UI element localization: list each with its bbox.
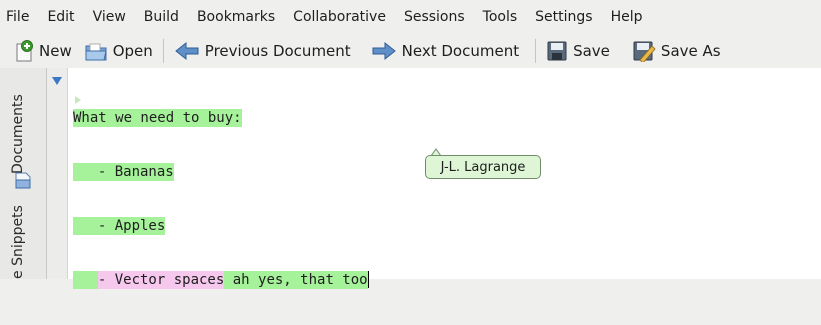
snippets-tab[interactable]: e Snippets [10, 206, 32, 279]
open-folder-icon [85, 43, 107, 61]
toolbar-separator [535, 39, 537, 63]
collab-text-green: ah yes, that too [232, 271, 368, 289]
text-line: - Bananas [73, 163, 369, 181]
new-button[interactable]: New [0, 36, 78, 66]
snippets-icon[interactable] [13, 170, 33, 190]
new-button-label: New [39, 42, 72, 60]
menu-help[interactable]: Help [602, 0, 652, 34]
text-line: - Vector spaces ah yes, that too [73, 271, 369, 289]
open-button[interactable]: Open [78, 36, 159, 66]
collab-text-pink: - Vector spaces [97, 271, 225, 289]
menu-build[interactable]: Build [135, 0, 188, 34]
arrow-right-icon [372, 41, 396, 61]
collab-text-green: - Bananas [73, 163, 174, 181]
save-disk-icon [547, 41, 567, 61]
main-toolbar: New Open Previous Document Next Document… [0, 34, 821, 68]
text-line: - Apples [73, 217, 369, 235]
menu-view[interactable]: View [84, 0, 135, 34]
menu-collaborative[interactable]: Collaborative [284, 0, 395, 34]
save-as-button-label: Save As [660, 42, 721, 60]
save-button[interactable]: Save [540, 36, 616, 66]
open-button-label: Open [112, 42, 153, 60]
document-content[interactable]: What we need to buy: - Bananas - Apples … [73, 73, 369, 325]
author-tooltip: J-L. Lagrange [425, 155, 541, 179]
next-document-label: Next Document [401, 42, 520, 60]
collab-text-green: What we need to buy: [73, 109, 242, 127]
text-caret [367, 271, 369, 288]
collab-text-green: - Apples [73, 217, 166, 235]
toolbar-separator [162, 39, 164, 63]
save-button-label: Save [573, 42, 610, 60]
menu-tools[interactable]: Tools [474, 0, 527, 34]
previous-document-button[interactable]: Previous Document [168, 36, 357, 66]
menu-sessions[interactable]: Sessions [395, 0, 474, 34]
save-as-button[interactable]: Save As [626, 36, 727, 66]
collab-text-green [73, 271, 98, 289]
menu-bar: File Edit View Build Bookmarks Collabora… [0, 0, 821, 34]
new-document-icon [16, 40, 33, 62]
side-panel: Documents e Snippets [0, 68, 46, 279]
menu-edit[interactable]: Edit [38, 0, 83, 34]
text-line: What we need to buy: [73, 109, 369, 127]
fold-triangle-icon[interactable] [52, 77, 62, 85]
collab-text-green [224, 271, 233, 289]
arrow-left-icon [174, 41, 199, 61]
menu-settings[interactable]: Settings [526, 0, 601, 34]
menu-file[interactable]: File [0, 0, 38, 34]
documents-tab[interactable]: Documents [10, 74, 32, 174]
menu-bookmarks[interactable]: Bookmarks [188, 0, 284, 34]
previous-document-label: Previous Document [204, 42, 351, 60]
next-document-button[interactable]: Next Document [365, 36, 525, 66]
fold-gutter [47, 68, 68, 279]
save-as-icon [633, 41, 656, 62]
